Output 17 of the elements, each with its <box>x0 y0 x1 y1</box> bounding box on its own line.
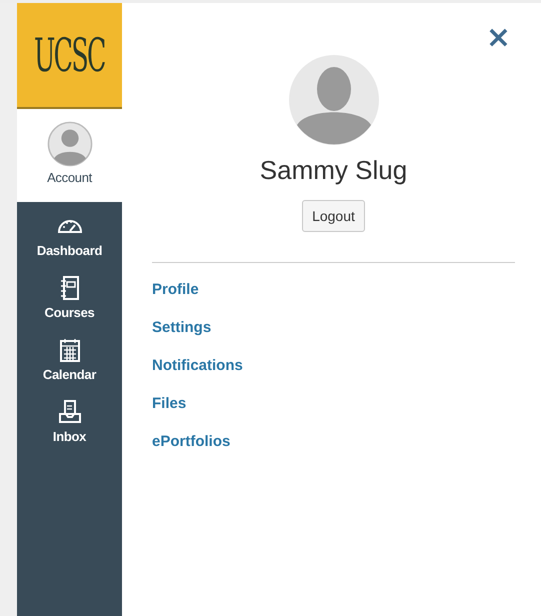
nav-item[interactable]: Inbox <box>17 388 122 450</box>
logo-text: UCSC <box>34 28 105 82</box>
menu-link[interactable]: Settings <box>152 318 212 338</box>
user-name: Sammy Slug <box>260 155 408 186</box>
avatar-icon <box>288 55 378 145</box>
menu-link[interactable]: Notifications <box>152 356 243 376</box>
nav-item[interactable]: Courses <box>17 264 122 326</box>
close-button[interactable]: × <box>482 25 515 51</box>
menu-link[interactable]: ePortfolios <box>152 432 230 452</box>
avatar-icon <box>46 121 92 167</box>
menu-link[interactable]: Files <box>152 394 186 414</box>
nav-item[interactable]: Dashboard <box>17 202 122 264</box>
nav-item[interactable]: Account <box>17 109 122 202</box>
nav-item[interactable]: Calendar <box>17 326 122 388</box>
logout-button[interactable]: Logout <box>302 200 365 232</box>
logo[interactable]: UCSC <box>17 3 122 109</box>
menu-link[interactable]: Profile <box>152 280 199 300</box>
